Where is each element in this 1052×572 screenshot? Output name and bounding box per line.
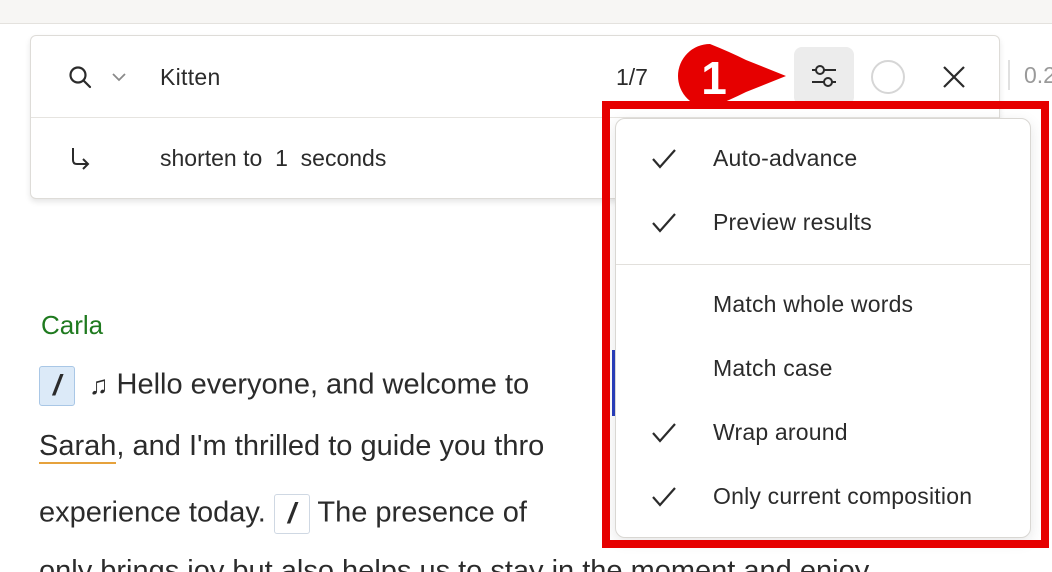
- top-strip: [0, 0, 1052, 24]
- gap-marker[interactable]: /: [39, 366, 75, 406]
- replace-duration: 1: [275, 145, 288, 171]
- speaker-label[interactable]: Carla: [41, 310, 103, 341]
- transcript-text: Hello everyone, and welcome to: [116, 368, 530, 401]
- highlighted-word[interactable]: Sarah: [39, 430, 117, 464]
- search-icon[interactable]: [67, 64, 93, 90]
- match-counter: 1/7: [616, 64, 648, 90]
- transcript-text: The presence of: [317, 496, 527, 529]
- arrow-turn-down-right-icon: [72, 148, 90, 170]
- replace-text-part: shorten to: [160, 145, 263, 171]
- replace-unit: seconds: [300, 145, 387, 171]
- transcript-line[interactable]: Sarah, and I'm thrilled to guide you thr…: [39, 430, 545, 464]
- transcript-text: experience today.: [39, 496, 266, 529]
- circle-icon[interactable]: [871, 60, 905, 94]
- search-input[interactable]: Kitten: [160, 64, 221, 91]
- sliders-icon: [812, 65, 836, 87]
- chevron-down-icon[interactable]: [111, 70, 127, 84]
- transcript-text: , and I'm thrilled to guide you thro: [116, 430, 545, 462]
- gap-marker[interactable]: /: [273, 494, 310, 534]
- transcript-line[interactable]: only brings joy but also helps us to sta…: [39, 555, 869, 572]
- edge-value: 0.2: [1024, 62, 1052, 88]
- step-number: 1: [701, 52, 727, 104]
- transcript-line[interactable]: experience today. / The presence of: [39, 494, 527, 534]
- transcript-text: only brings joy but also helps us to sta…: [39, 555, 870, 572]
- toolbar-divider: [1008, 60, 1010, 90]
- annotation-highlight-box: [602, 101, 1049, 548]
- replace-input[interactable]: shorten to 1 seconds: [160, 145, 386, 172]
- transcript-line[interactable]: / ♫ Hello everyone, and welcome to: [39, 366, 529, 406]
- music-note-icon: ♫: [89, 369, 109, 400]
- search-options-button[interactable]: [794, 47, 854, 105]
- close-icon[interactable]: [937, 60, 971, 94]
